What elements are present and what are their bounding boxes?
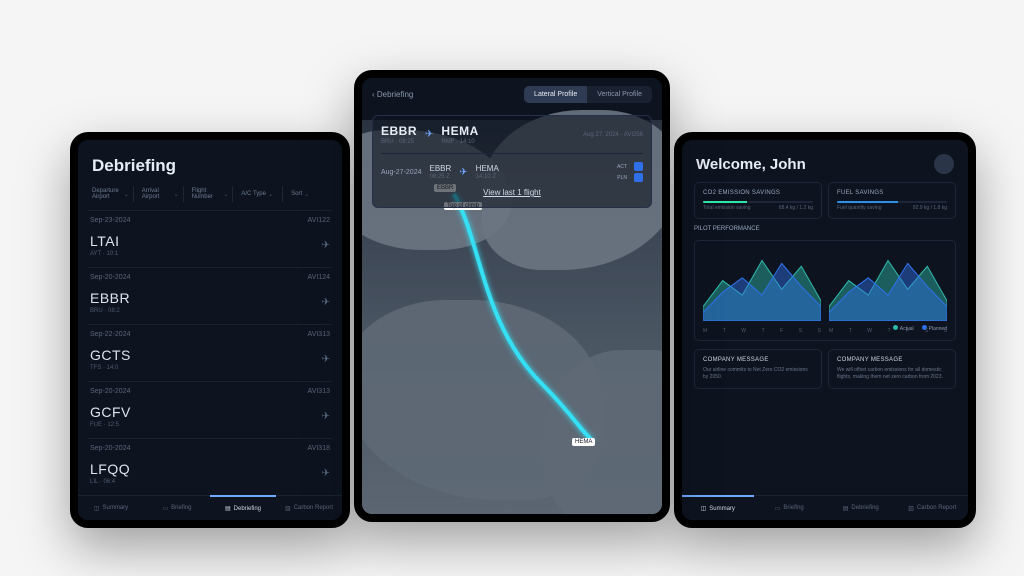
- tab-summary[interactable]: ◫Summary: [682, 495, 754, 520]
- tab-debriefing[interactable]: ▤Debriefing: [825, 496, 897, 520]
- filter-arrival[interactable]: Arrival Airport⌄: [138, 186, 184, 202]
- perf-title: PILOT PERFORMANCE: [694, 226, 956, 232]
- checkbox-act[interactable]: [634, 162, 643, 171]
- row-date: Aug-27-2024: [381, 169, 421, 176]
- tab-briefing[interactable]: ▭Briefing: [754, 496, 826, 520]
- chevron-down-icon: ⌄: [124, 191, 129, 198]
- briefing-icon: ▭: [775, 505, 781, 512]
- list-item[interactable]: EBBRBRU · 08:2✈: [88, 284, 332, 324]
- checkbox-pln[interactable]: [634, 173, 643, 182]
- airplane-icon: ✈: [322, 411, 330, 422]
- tab-summary[interactable]: ◫Summary: [78, 496, 144, 520]
- chart-right: MTWTFSS: [829, 249, 947, 321]
- briefing-icon: ▭: [162, 505, 168, 512]
- waypoint-end: HEMA: [572, 438, 595, 446]
- carbon-icon: ▥: [285, 505, 291, 512]
- list-item[interactable]: LFQQLIL · 06:4✈: [88, 455, 332, 495]
- tab-carbon[interactable]: ▥Carbon Report: [276, 496, 342, 520]
- profile-tabs: Lateral Profile Vertical Profile: [524, 86, 652, 103]
- filter-bar: Departure Airport⌄ Arrival Airport⌄ Flig…: [78, 182, 342, 210]
- airplane-icon: ✈: [459, 167, 467, 178]
- chevron-down-icon: ⌄: [223, 191, 228, 198]
- list-date: Sep-20-2024AVI313: [88, 381, 332, 398]
- debriefing-icon: ▤: [225, 505, 231, 512]
- dashboard-tablet: Welcome, John CO2 EMISSION SAVINGS Total…: [674, 132, 976, 528]
- tab-briefing[interactable]: ▭Briefing: [144, 496, 210, 520]
- chevron-down-icon: ⌄: [268, 191, 273, 198]
- filter-flight-number[interactable]: Flight Number⌄: [188, 186, 234, 202]
- airplane-icon: ✈: [322, 468, 330, 479]
- list-item[interactable]: GCTSTFS · 14:0✈: [88, 341, 332, 381]
- welcome-title: Welcome, John: [696, 156, 806, 173]
- avatar[interactable]: [934, 154, 954, 174]
- airplane-icon: ✈: [322, 297, 330, 308]
- airplane-icon: ✈: [425, 129, 433, 140]
- performance-chart: MTWTFSS MTWTFSS Actual Planned: [694, 240, 956, 341]
- profile-tablet: EBBR Top of climb HEMA ‹ Debriefing Late…: [354, 70, 670, 522]
- tab-debriefing[interactable]: ▤Debriefing: [210, 495, 276, 520]
- list-date: Sep-23-2024AVI122: [88, 210, 332, 227]
- carbon-icon: ▥: [908, 505, 914, 512]
- tile-fuel[interactable]: FUEL SAVINGS Fuel quantity saving92.9 kg…: [828, 182, 956, 219]
- list-item[interactable]: LTAIAYT · 10:1✈: [88, 227, 332, 267]
- view-last-flight-link[interactable]: View last 1 flight: [381, 188, 643, 197]
- bottom-nav: ◫Summary ▭Briefing ▤Debriefing ▥Carbon R…: [78, 495, 342, 520]
- chevron-down-icon: ⌄: [304, 191, 309, 198]
- to-code: HEMA: [441, 124, 478, 138]
- tile-co2[interactable]: CO2 EMISSION SAVINGS Total emission savi…: [694, 182, 822, 219]
- company-message[interactable]: COMPANY MESSAGE We will offset carbon em…: [828, 349, 956, 389]
- summary-icon: ◫: [94, 505, 100, 512]
- airplane-icon: ✈: [322, 240, 330, 251]
- filter-ac-type[interactable]: A/C Type⌄: [237, 186, 283, 202]
- filter-departure[interactable]: Departure Airport⌄: [88, 186, 134, 202]
- airplane-icon: ✈: [322, 354, 330, 365]
- list-item[interactable]: GCFVFUE · 12:5✈: [88, 398, 332, 438]
- tab-lateral[interactable]: Lateral Profile: [524, 86, 587, 103]
- filter-sort[interactable]: Sort⌄: [287, 186, 332, 202]
- bottom-nav: ◫Summary ▭Briefing ▤Debriefing ▥Carbon R…: [682, 495, 968, 520]
- chart-left: MTWTFSS: [703, 249, 821, 321]
- chevron-down-icon: ⌄: [174, 191, 179, 198]
- debriefing-icon: ▤: [843, 505, 849, 512]
- route-card: EBBRBRU · 08:25 ✈ HEMARMF · 14:10 Aug 27…: [372, 115, 652, 208]
- from-code: EBBR: [381, 124, 417, 138]
- page-title: Debriefing: [92, 156, 328, 176]
- tab-vertical[interactable]: Vertical Profile: [587, 86, 652, 103]
- company-message[interactable]: COMPANY MESSAGE Our airline commits to N…: [694, 349, 822, 389]
- list-date: Sep-20-2024AVI124: [88, 267, 332, 284]
- list-date: Sep-20-2024AVI318: [88, 438, 332, 455]
- summary-icon: ◫: [701, 505, 707, 512]
- tab-carbon[interactable]: ▥Carbon Report: [897, 496, 969, 520]
- flight-meta: Aug 27, 2024 · AVI256: [583, 132, 643, 138]
- list-date: Sep-22-2024AVI313: [88, 324, 332, 341]
- flight-list: Sep-23-2024AVI122 LTAIAYT · 10:1✈ Sep-20…: [78, 210, 342, 512]
- back-button[interactable]: ‹ Debriefing: [372, 90, 413, 99]
- route-line: [442, 184, 602, 444]
- debriefing-tablet: Debriefing Departure Airport⌄ Arrival Ai…: [70, 132, 350, 528]
